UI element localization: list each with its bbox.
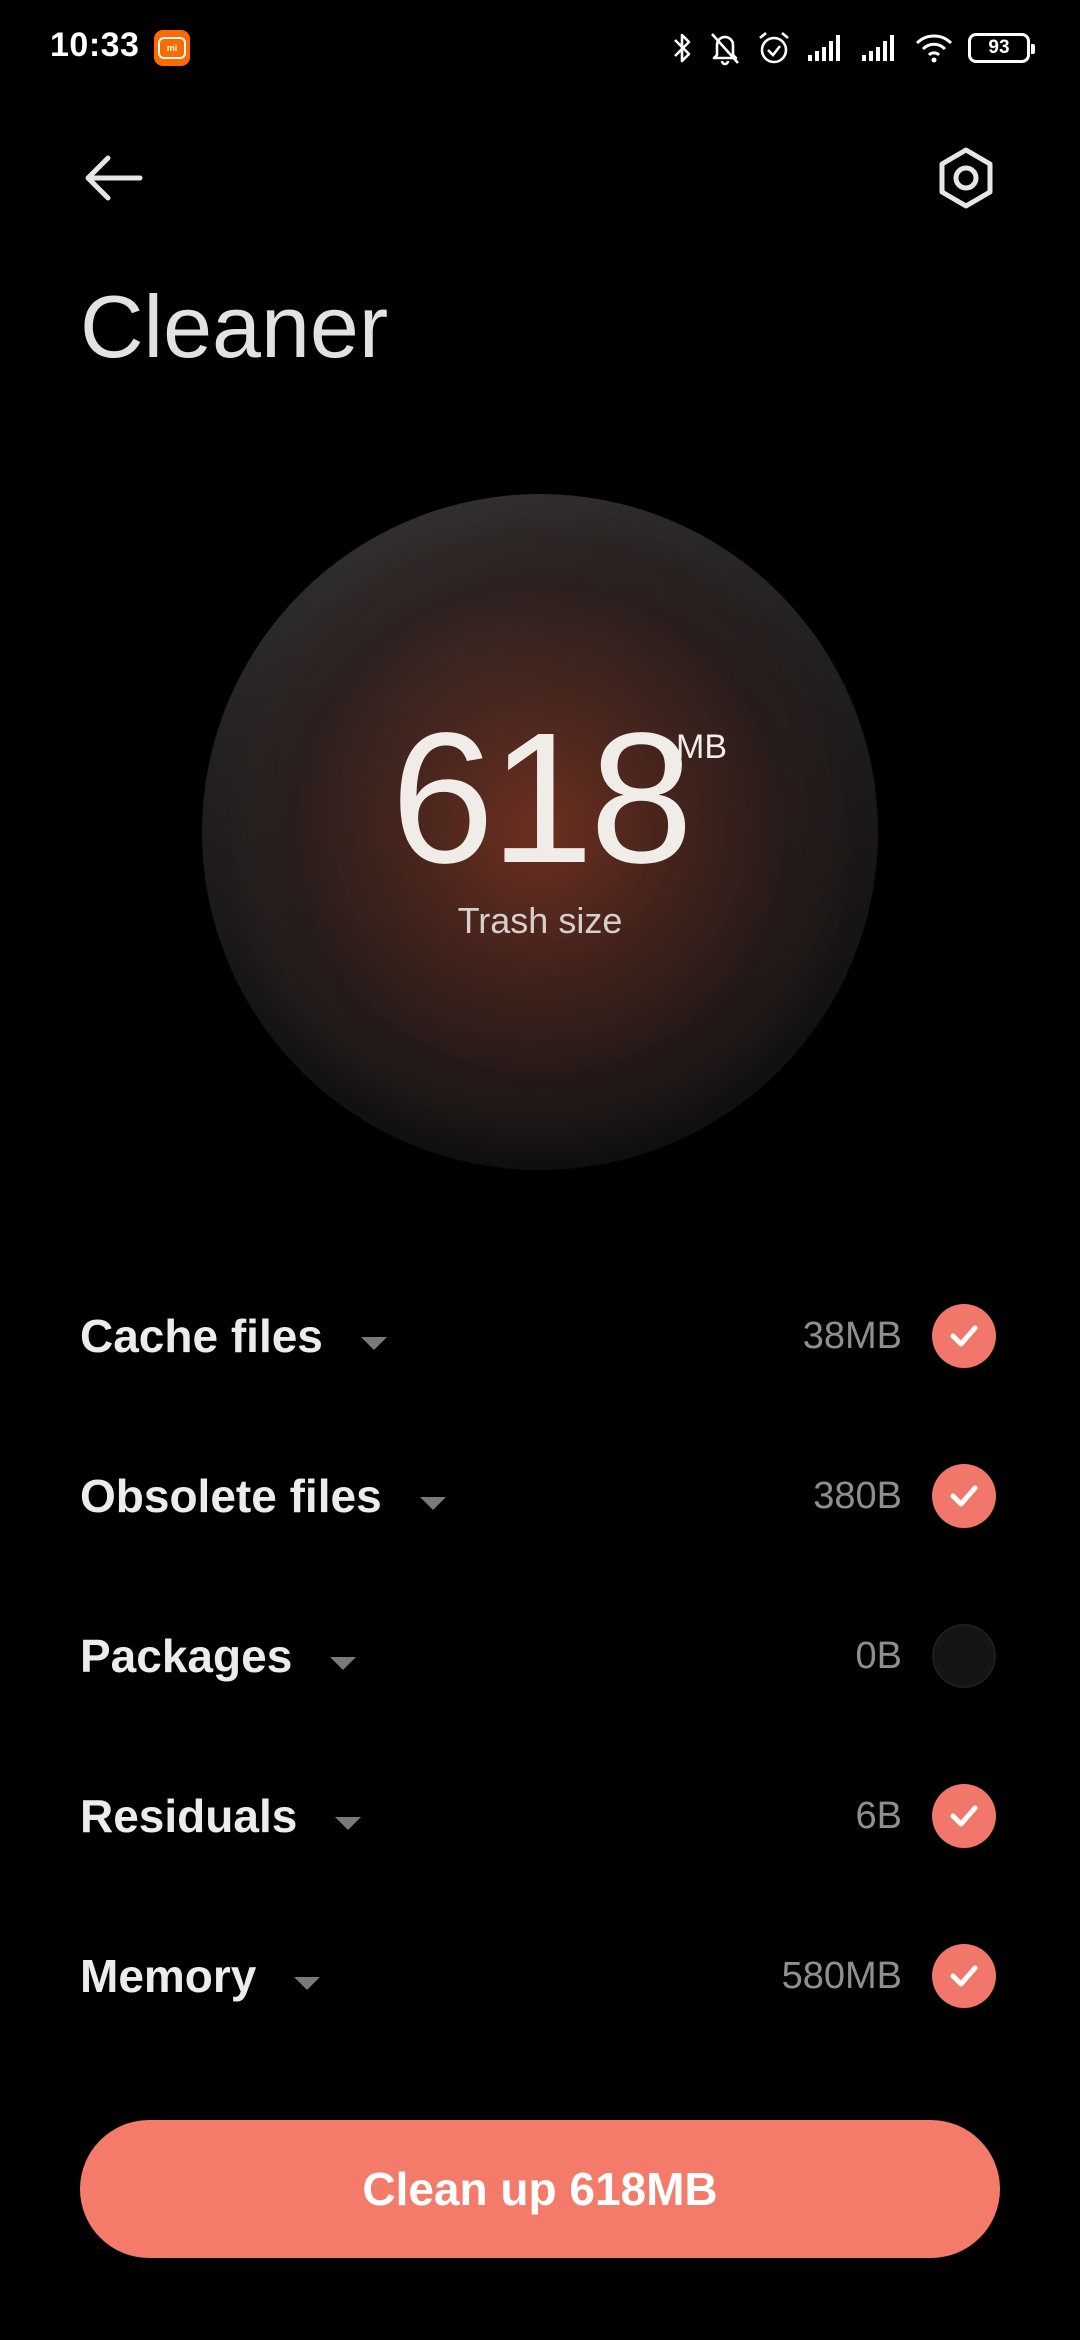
arrow-left-icon bbox=[85, 155, 143, 201]
checkbox-checked[interactable] bbox=[932, 1464, 996, 1528]
item-label: Obsolete files bbox=[80, 1470, 382, 1522]
signal-icon bbox=[808, 35, 840, 61]
check-icon bbox=[950, 1325, 978, 1347]
wifi-icon bbox=[915, 34, 953, 63]
status-icons: 93 bbox=[670, 28, 1036, 68]
checkbox-checked[interactable] bbox=[932, 1304, 996, 1368]
item-size: 38MB bbox=[802, 1314, 902, 1357]
caret-down-icon[interactable] bbox=[292, 1949, 322, 2003]
checkbox-unchecked[interactable] bbox=[932, 1624, 996, 1688]
check-icon bbox=[950, 1805, 978, 1827]
item-size: 0B bbox=[855, 1634, 902, 1677]
item-label: Memory bbox=[80, 1950, 257, 2002]
cleaner-screen: 10:33 mi 93 Cleaner 618 MB Trash size Ca… bbox=[0, 0, 1080, 2340]
clean-up-button[interactable]: Clean up 618MB bbox=[80, 2120, 1000, 2258]
item-label: Residuals bbox=[80, 1790, 298, 1842]
caret-down-icon[interactable] bbox=[328, 1629, 358, 1683]
item-size: 6B bbox=[855, 1794, 902, 1837]
caret-down-icon[interactable] bbox=[359, 1309, 389, 1363]
mi-app-icon: mi bbox=[154, 30, 190, 66]
list-item-cache-files[interactable]: Cache files 38MB bbox=[0, 1276, 1080, 1396]
list-item-residuals[interactable]: Residuals 6B bbox=[0, 1756, 1080, 1876]
checkbox-checked[interactable] bbox=[932, 1944, 996, 2008]
status-time: 10:33 bbox=[50, 26, 140, 64]
checkbox-checked[interactable] bbox=[932, 1784, 996, 1848]
back-button[interactable] bbox=[78, 140, 154, 216]
bluetooth-icon bbox=[674, 33, 691, 63]
item-size: 580MB bbox=[781, 1954, 902, 1997]
bell-muted-icon bbox=[711, 33, 739, 66]
caret-down-icon[interactable] bbox=[333, 1789, 363, 1843]
caret-down-icon[interactable] bbox=[418, 1469, 448, 1523]
trash-size-value: 618 bbox=[390, 695, 693, 902]
list-item-memory[interactable]: Memory 580MB bbox=[0, 1916, 1080, 2036]
signal-icon bbox=[862, 35, 894, 61]
check-icon bbox=[950, 1485, 978, 1507]
trash-size-unit: MB bbox=[676, 728, 727, 766]
item-label: Cache files bbox=[80, 1310, 323, 1362]
battery-level: 93 bbox=[988, 37, 1010, 58]
list-item-packages[interactable]: Packages 0B bbox=[0, 1596, 1080, 1716]
hexagon-gear-icon bbox=[939, 147, 993, 209]
page-title: Cleaner bbox=[80, 277, 389, 376]
list-item-obsolete-files[interactable]: Obsolete files 380B bbox=[0, 1436, 1080, 1556]
settings-button[interactable] bbox=[928, 140, 1004, 216]
item-size: 380B bbox=[813, 1474, 902, 1517]
battery-icon: 93 bbox=[968, 33, 1035, 63]
item-label: Packages bbox=[80, 1630, 293, 1682]
alarm-icon bbox=[759, 32, 789, 64]
check-icon bbox=[950, 1965, 978, 1987]
trash-size-caption: Trash size bbox=[457, 900, 623, 941]
status-bar: 10:33 mi 93 bbox=[0, 0, 1080, 96]
